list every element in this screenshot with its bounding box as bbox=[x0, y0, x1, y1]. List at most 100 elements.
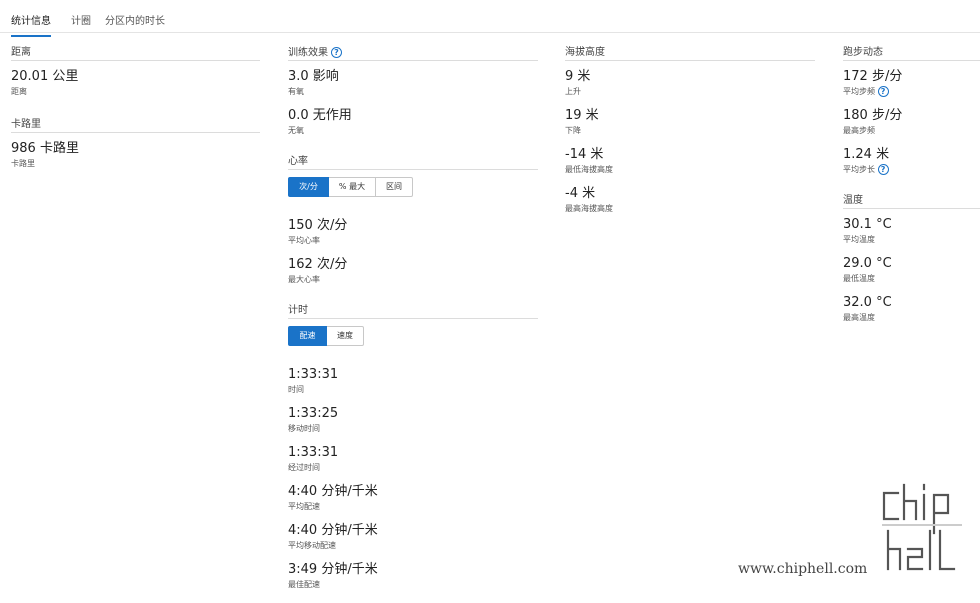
chiphell-logo-icon bbox=[882, 483, 962, 571]
stat-value: 1:33:31 bbox=[288, 367, 339, 382]
stat-descent: 19 米 下降 bbox=[565, 108, 815, 136]
stat-elapsed-time: 1:33:31 经过时间 bbox=[288, 445, 538, 473]
stat-label: 无氧 bbox=[288, 126, 304, 135]
stat-value: 19 米 bbox=[565, 108, 599, 123]
stat-max-hr: 162 次/分 最大心率 bbox=[288, 257, 538, 285]
stat-moving-time: 1:33:25 移动时间 bbox=[288, 406, 538, 434]
running-dynamics-section: 跑步动态 172 步/分 平均步频 ? 180 步/分 最高步频 1.24 米 … bbox=[843, 47, 980, 175]
stat-avg-cadence: 172 步/分 平均步频 ? bbox=[843, 69, 980, 97]
stat-label: 平均温度 bbox=[843, 235, 875, 244]
stat-anaerobic: 0.0 无作用 无氧 bbox=[288, 108, 538, 136]
stat-value: 20.01 公里 bbox=[11, 69, 79, 84]
stat-min-elevation: -14 米 最低海拔高度 bbox=[565, 147, 815, 175]
section-title: 心率 bbox=[288, 156, 538, 170]
stat-value: 0.0 无作用 bbox=[288, 108, 352, 123]
stat-label-text: 平均步长 bbox=[843, 165, 875, 174]
toggle-percent-max[interactable]: % 最大 bbox=[329, 177, 376, 197]
stat-avg-pace: 4:40 分钟/千米 平均配速 bbox=[288, 484, 538, 512]
stat-avg-hr: 150 次/分 平均心率 bbox=[288, 218, 538, 246]
stat-value: 180 步/分 bbox=[843, 108, 903, 123]
column-1: 距离 20.01 公里 距离 卡路里 986 卡路里 卡路里 bbox=[11, 47, 260, 169]
distance-section: 距离 20.01 公里 距离 bbox=[11, 47, 260, 97]
stat-value: 1.24 米 bbox=[843, 147, 890, 162]
stat-label: 最高步频 bbox=[843, 126, 875, 135]
stat-ascent: 9 米 上升 bbox=[565, 69, 815, 97]
section-title: 温度 bbox=[843, 195, 980, 209]
stat-value: 1:33:25 bbox=[288, 406, 339, 421]
stat-value: 29.0 °C bbox=[843, 256, 892, 271]
stat-label: 移动时间 bbox=[288, 424, 320, 433]
temperature-section: 温度 30.1 °C 平均温度 29.0 °C 最低温度 32.0 °C 最高温… bbox=[843, 195, 980, 323]
toggle-speed[interactable]: 速度 bbox=[327, 326, 364, 346]
heart-rate-section: 心率 次/分 % 最大 区间 150 次/分 平均心率 162 次/分 最大心率 bbox=[288, 156, 538, 285]
stat-label: 有氧 bbox=[288, 87, 304, 96]
stat-min-temp: 29.0 °C 最低温度 bbox=[843, 256, 980, 284]
stat-calories: 986 卡路里 卡路里 bbox=[11, 141, 260, 169]
calories-section: 卡路里 986 卡路里 卡路里 bbox=[11, 119, 260, 169]
toggle-zones[interactable]: 区间 bbox=[376, 177, 413, 197]
stat-value: 3:49 分钟/千米 bbox=[288, 562, 378, 577]
help-icon[interactable]: ? bbox=[331, 47, 342, 58]
stat-label: 卡路里 bbox=[11, 159, 35, 168]
stat-best-pace: 3:49 分钟/千米 最佳配速 bbox=[288, 562, 538, 590]
stat-label: 平均配速 bbox=[288, 502, 320, 511]
stat-max-elevation: -4 米 最高海拔高度 bbox=[565, 186, 815, 214]
section-title: 跑步动态 bbox=[843, 47, 980, 61]
stat-value: 30.1 °C bbox=[843, 217, 892, 232]
stat-label: 距离 bbox=[11, 87, 27, 96]
stat-label: 下降 bbox=[565, 126, 581, 135]
stat-label: 最低海拔高度 bbox=[565, 165, 613, 174]
stat-label-text: 平均步频 bbox=[843, 87, 875, 96]
section-title: 训练效果? bbox=[288, 47, 538, 61]
help-icon[interactable]: ? bbox=[877, 86, 889, 97]
stat-avg-stride: 1.24 米 平均步长 ? bbox=[843, 147, 980, 175]
stat-value: 4:40 分钟/千米 bbox=[288, 523, 378, 538]
stat-value: 4:40 分钟/千米 bbox=[288, 484, 378, 499]
stat-value: 3.0 影响 bbox=[288, 69, 339, 84]
stat-value: 1:33:31 bbox=[288, 445, 339, 460]
stat-avg-temp: 30.1 °C 平均温度 bbox=[843, 217, 980, 245]
stat-time: 1:33:31 时间 bbox=[288, 367, 538, 395]
stat-label: 时间 bbox=[288, 385, 304, 394]
section-title: 距离 bbox=[11, 47, 260, 61]
stat-value: 172 步/分 bbox=[843, 69, 903, 84]
tab-laps[interactable]: 计圈 bbox=[71, 12, 91, 35]
stat-label: 最高海拔高度 bbox=[565, 204, 613, 213]
tab-statistics[interactable]: 统计信息 bbox=[11, 12, 51, 37]
stat-label: 上升 bbox=[565, 87, 581, 96]
stat-max-cadence: 180 步/分 最高步频 bbox=[843, 108, 980, 136]
stat-label: 经过时间 bbox=[288, 463, 320, 472]
tab-time-in-zone[interactable]: 分区内的时长 bbox=[105, 12, 165, 35]
section-title: 海拔高度 bbox=[565, 47, 815, 61]
stat-value: 9 米 bbox=[565, 69, 591, 84]
stat-label: 最佳配速 bbox=[288, 580, 320, 589]
stat-label: 平均步长 ? bbox=[843, 164, 980, 175]
stat-avg-moving-pace: 4:40 分钟/千米 平均移动配速 bbox=[288, 523, 538, 551]
chiphell-watermark: www.chiphell.com bbox=[738, 479, 968, 589]
heart-rate-unit-toggle: 次/分 % 最大 区间 bbox=[288, 177, 538, 197]
stat-label: 平均步频 ? bbox=[843, 86, 980, 97]
stat-value: -4 米 bbox=[565, 186, 596, 201]
stat-distance: 20.01 公里 距离 bbox=[11, 69, 260, 97]
section-title: 卡路里 bbox=[11, 119, 260, 133]
stat-label: 平均移动配速 bbox=[288, 541, 336, 550]
toggle-pace[interactable]: 配速 bbox=[288, 326, 327, 346]
tab-bar: 统计信息 计圈 分区内的时长 bbox=[0, 0, 980, 37]
stat-max-temp: 32.0 °C 最高温度 bbox=[843, 295, 980, 323]
help-icon[interactable]: ? bbox=[877, 164, 889, 175]
timing-section: 计时 配速 速度 1:33:31 时间 1:33:25 移动时间 1:33:31… bbox=[288, 305, 538, 590]
stat-label: 平均心率 bbox=[288, 236, 320, 245]
training-effect-section: 训练效果? 3.0 影响 有氧 0.0 无作用 无氧 bbox=[288, 47, 538, 136]
stat-value: 32.0 °C bbox=[843, 295, 892, 310]
column-3: 海拔高度 9 米 上升 19 米 下降 -14 米 最低海拔高度 -4 米 最高… bbox=[565, 47, 815, 214]
stat-value: 150 次/分 bbox=[288, 218, 348, 233]
section-title: 计时 bbox=[288, 305, 538, 319]
stat-value: 162 次/分 bbox=[288, 257, 348, 272]
toggle-bpm[interactable]: 次/分 bbox=[288, 177, 329, 197]
watermark-url: www.chiphell.com bbox=[738, 561, 868, 577]
column-2: 训练效果? 3.0 影响 有氧 0.0 无作用 无氧 心率 次/分 % 最大 区… bbox=[288, 47, 538, 590]
stat-aerobic: 3.0 影响 有氧 bbox=[288, 69, 538, 97]
stat-label: 最大心率 bbox=[288, 275, 320, 284]
timing-unit-toggle: 配速 速度 bbox=[288, 326, 538, 346]
stat-label: 最高温度 bbox=[843, 313, 875, 322]
